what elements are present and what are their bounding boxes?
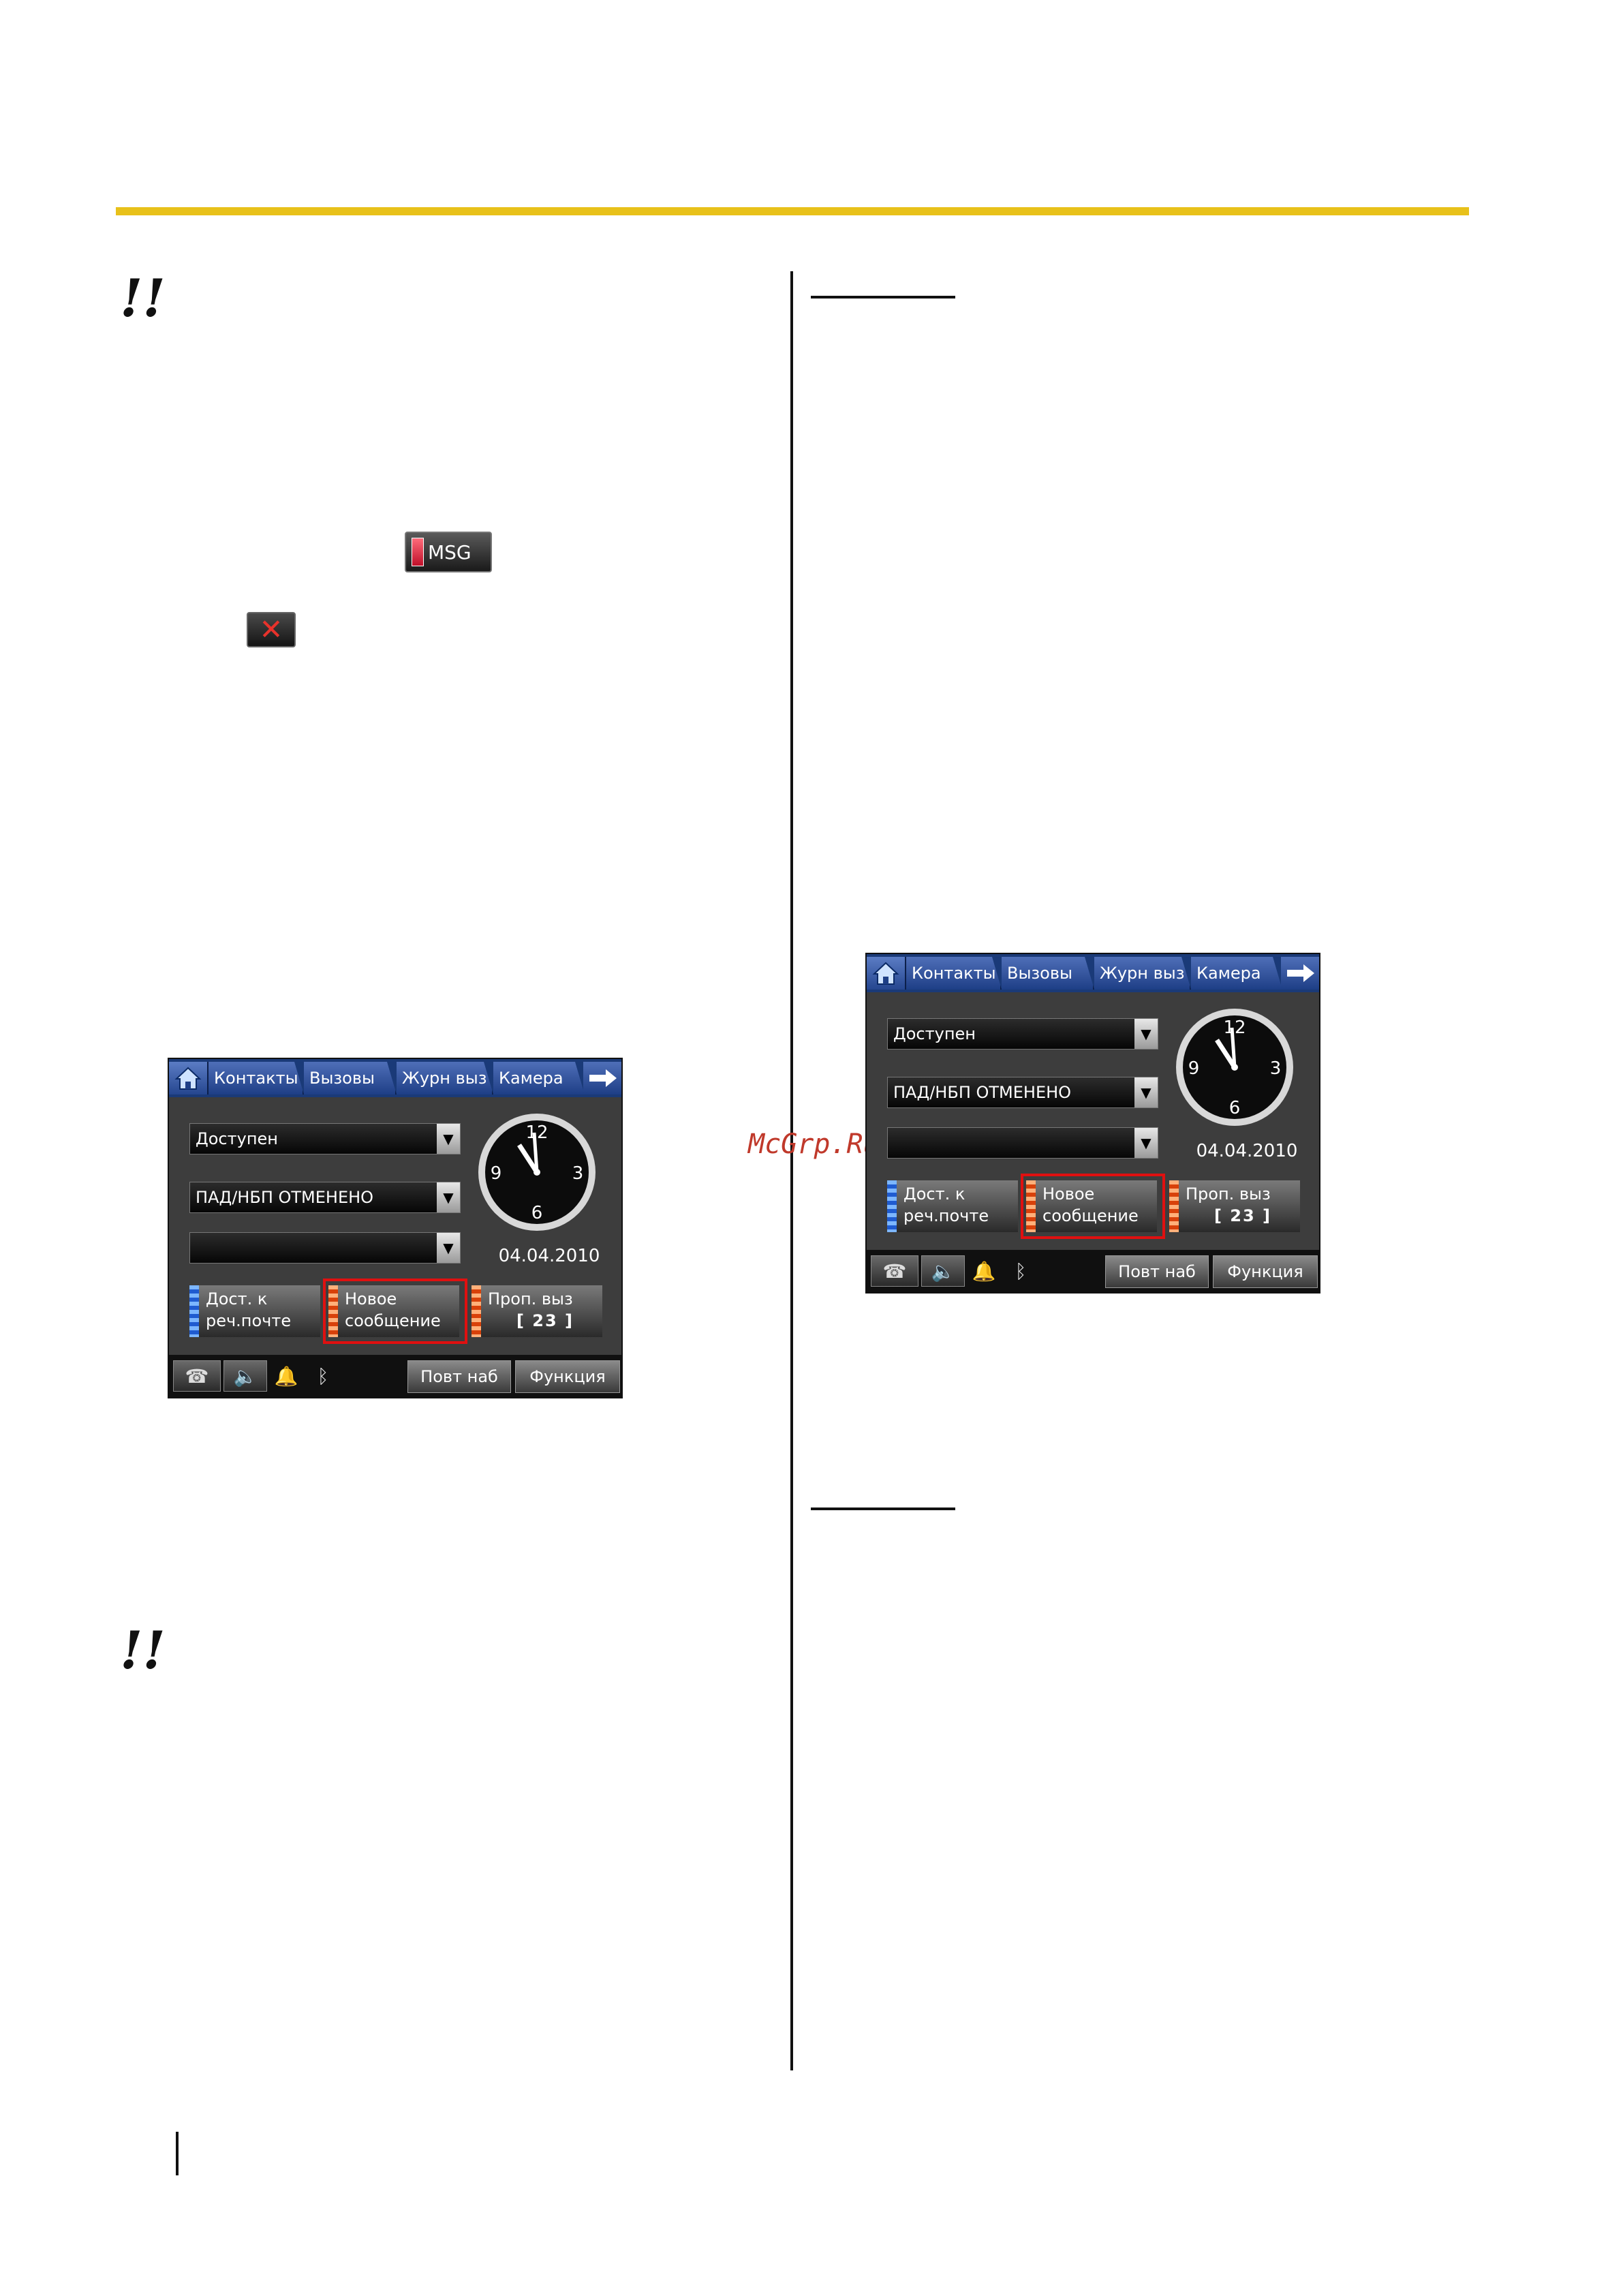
missed-calls-button-top: Проп. выз: [488, 1289, 573, 1308]
dnd-dropdown-value: ПАД/НБП ОТМЕНЕНО: [196, 1188, 374, 1207]
handset-lock-icon[interactable]: ☎: [871, 1255, 918, 1287]
status-dropdown[interactable]: Доступен ▼: [189, 1123, 461, 1154]
voicemail-button[interactable]: Дост. к реч.почте: [189, 1285, 320, 1337]
clock-number-9: 9: [491, 1163, 502, 1184]
redial-button[interactable]: Повт наб: [1105, 1255, 1209, 1288]
chevron-down-icon[interactable]: ▼: [1134, 1077, 1158, 1107]
clock-number-3: 3: [1270, 1058, 1282, 1079]
function-button[interactable]: Функция: [515, 1360, 620, 1393]
dnd-dropdown[interactable]: ПАД/НБП ОТМЕНЕНО ▼: [189, 1182, 461, 1213]
section-underline-top: [811, 296, 955, 299]
tab-contacts[interactable]: Контакты: [906, 957, 1002, 990]
header-bar: [116, 207, 1469, 215]
missed-calls-button[interactable]: Проп. выз [ 23 ]: [1169, 1180, 1300, 1232]
tab-camera[interactable]: Камера: [493, 1062, 585, 1095]
handset-lock-icon[interactable]: ☎: [173, 1360, 221, 1392]
dnd-dropdown[interactable]: ПАД/НБП ОТМЕНЕНО ▼: [887, 1077, 1158, 1108]
clock-number-12: 12: [525, 1122, 548, 1143]
tab-calls[interactable]: Вызовы: [304, 1062, 397, 1095]
warning-icon: !!: [120, 268, 166, 328]
msg-icon: MSG: [405, 532, 492, 572]
msg-icon-label: MSG: [428, 540, 472, 564]
missed-calls-count: [ 23 ]: [516, 1311, 574, 1330]
home-icon: [174, 1067, 202, 1090]
tab-bar: Контакты Вызовы Журн выз Камера: [867, 954, 1319, 992]
status-dropdown-value: Доступен: [893, 1024, 976, 1043]
clock-icon: 12 3 6 9: [1176, 1009, 1293, 1126]
dnd-dropdown-value: ПАД/НБП ОТМЕНЕНО: [893, 1083, 1072, 1102]
highlight-frame: [1021, 1174, 1165, 1239]
home-icon: [872, 962, 899, 985]
voicemail-button-top: Дост. к: [903, 1184, 965, 1204]
bell-icon: 🔔: [972, 1259, 996, 1283]
phone-screen-left: Контакты Вызовы Журн выз Камера Доступен…: [168, 1058, 623, 1398]
tab-contacts[interactable]: Контакты: [208, 1062, 304, 1095]
status-dropdown-value: Доступен: [196, 1129, 278, 1148]
missed-calls-button[interactable]: Проп. выз [ 23 ]: [472, 1285, 602, 1337]
tab-home[interactable]: [169, 1062, 208, 1095]
speaker-icon[interactable]: 🔈: [921, 1255, 965, 1287]
date-label: 04.04.2010: [498, 1246, 600, 1266]
arrow-right-icon: [1287, 964, 1314, 982]
msg-led-icon: [412, 538, 424, 566]
status-dropdown[interactable]: Доступен ▼: [887, 1018, 1158, 1050]
tab-calls[interactable]: Вызовы: [1002, 957, 1094, 990]
missed-calls-count: [ 23 ]: [1214, 1206, 1272, 1225]
status-bar: ☎ 🔈 🔔 ᛒ Повт наб Функция: [867, 1250, 1319, 1292]
empty-dropdown[interactable]: ▼: [887, 1127, 1158, 1159]
voicemail-button-bottom: реч.почте: [903, 1206, 989, 1225]
date-label: 04.04.2010: [1196, 1141, 1298, 1161]
watermark: McGrp.Ru: [748, 1129, 880, 1160]
missed-calls-button-top: Проп. выз: [1186, 1184, 1271, 1204]
tab-home[interactable]: [867, 957, 906, 990]
voicemail-button[interactable]: Дост. к реч.почте: [887, 1180, 1018, 1232]
function-button[interactable]: Функция: [1213, 1255, 1318, 1288]
bell-icon: 🔔: [274, 1364, 298, 1388]
close-icon: ✕: [247, 612, 296, 647]
warning-icon: !!: [120, 1620, 166, 1681]
clock-number-6: 6: [1229, 1098, 1241, 1118]
chevron-down-icon[interactable]: ▼: [437, 1182, 460, 1212]
close-icon-glyph: ✕: [259, 613, 283, 646]
clock-number-9: 9: [1188, 1058, 1200, 1079]
clock-number-6: 6: [531, 1203, 543, 1223]
tab-call-log[interactable]: Журн выз: [397, 1062, 493, 1095]
chevron-down-icon[interactable]: ▼: [437, 1124, 460, 1154]
clock-number-3: 3: [572, 1163, 584, 1184]
chevron-down-icon[interactable]: ▼: [1134, 1128, 1158, 1158]
tab-camera[interactable]: Камера: [1191, 957, 1282, 990]
section-underline-bottom: [811, 1507, 955, 1510]
page-marker: [176, 2132, 179, 2175]
bluetooth-icon: ᛒ: [1015, 1259, 1027, 1283]
voicemail-button-top: Дост. к: [206, 1289, 268, 1308]
tab-call-log[interactable]: Журн выз: [1094, 957, 1191, 990]
bluetooth-icon: ᛒ: [317, 1364, 329, 1388]
column-divider: [790, 271, 793, 2070]
chevron-down-icon[interactable]: ▼: [437, 1233, 460, 1263]
voicemail-button-bottom: реч.почте: [206, 1311, 292, 1330]
tab-next[interactable]: [583, 1062, 621, 1095]
status-bar: ☎ 🔈 🔔 ᛒ Повт наб Функция: [169, 1355, 621, 1397]
phone-screen-right: Контакты Вызовы Журн выз Камера Доступен…: [865, 953, 1320, 1294]
tab-next[interactable]: [1281, 957, 1319, 990]
redial-button[interactable]: Повт наб: [407, 1360, 511, 1393]
highlight-frame: [323, 1279, 467, 1344]
chevron-down-icon[interactable]: ▼: [1134, 1019, 1158, 1049]
clock-number-12: 12: [1223, 1017, 1246, 1038]
speaker-icon[interactable]: 🔈: [223, 1360, 267, 1392]
clock-icon: 12 3 6 9: [478, 1114, 596, 1231]
empty-dropdown[interactable]: ▼: [189, 1232, 461, 1264]
arrow-right-icon: [589, 1069, 617, 1087]
tab-bar: Контакты Вызовы Журн выз Камера: [169, 1059, 621, 1097]
